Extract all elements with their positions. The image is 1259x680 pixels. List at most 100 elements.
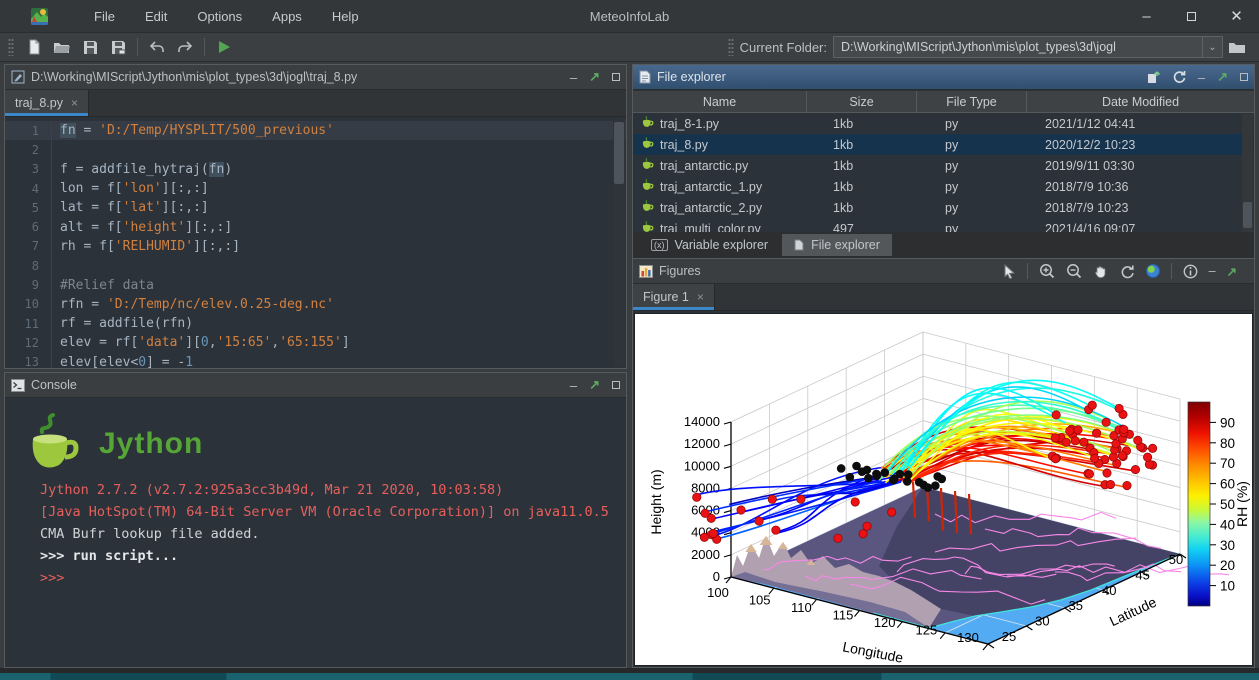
close-button[interactable]: ✕	[1214, 0, 1259, 33]
code-line[interactable]: 3f = addfile_hytraj(fn)	[5, 160, 626, 179]
tab-file-explorer[interactable]: File explorer	[782, 234, 892, 256]
code-line[interactable]: 9#Relief data	[5, 275, 626, 294]
figure-tab-close-icon[interactable]: ×	[697, 290, 704, 304]
open-file-button[interactable]	[48, 35, 76, 59]
maximize-icon	[1187, 12, 1196, 21]
editor-scrollbar-thumb[interactable]	[614, 122, 624, 184]
main-toolbar: Current Folder: D:\Working\MIScript\Jyth…	[0, 33, 1259, 62]
console-maximize-icon[interactable]	[612, 381, 620, 389]
save-button[interactable]	[76, 35, 104, 59]
refresh-icon[interactable]	[1172, 70, 1186, 84]
file-explorer-maximize-icon[interactable]	[1240, 73, 1248, 81]
select-cursor-icon[interactable]	[1003, 264, 1016, 279]
code-line[interactable]: 4lon = f['lon'][:,:]	[5, 179, 626, 198]
column-size[interactable]: Size	[807, 91, 917, 112]
menu-edit[interactable]: Edit	[145, 9, 167, 24]
trajectory-3d-plot: 0200040006000800010000120001400010010511…	[635, 314, 1254, 667]
code-editor[interactable]: 1fn = 'D:/Temp/HYSPLIT/500_previous'23f …	[5, 118, 626, 368]
menu-help[interactable]: Help	[332, 9, 359, 24]
editor-scrollbar[interactable]	[613, 119, 625, 367]
code-line[interactable]: 11rf = addfile(rfn)	[5, 314, 626, 333]
toolbar-grip[interactable]	[8, 38, 14, 56]
file-explorer-minimize-icon[interactable]: –	[1198, 71, 1205, 84]
minimize-button[interactable]: –	[1124, 0, 1169, 33]
svg-text:25: 25	[1002, 629, 1016, 644]
code-line[interactable]: 7rh = f['RELHUMID'][:,:]	[5, 237, 626, 256]
zoom-in-icon[interactable]	[1039, 263, 1055, 279]
code-line[interactable]: 5lat = f['lat'][:,:]	[5, 198, 626, 217]
menu-apps[interactable]: Apps	[272, 9, 302, 24]
code-line[interactable]: 12elev = rf['data'][0,'15:65','65:155']	[5, 333, 626, 352]
file-row[interactable]: traj_antarctic.py1kbpy2019/9/11 03:30	[633, 155, 1254, 176]
maximize-button[interactable]	[1169, 0, 1214, 33]
zoom-out-icon[interactable]	[1066, 263, 1082, 279]
folder-toolbar-grip[interactable]	[728, 38, 734, 56]
editor-maximize-icon[interactable]	[612, 73, 620, 81]
code-line[interactable]: 8	[5, 256, 626, 275]
file-explorer-scrollbar[interactable]	[1242, 114, 1253, 234]
svg-text:30: 30	[1220, 538, 1235, 553]
svg-text:105: 105	[749, 593, 771, 608]
svg-text:70: 70	[1220, 456, 1235, 471]
code-line[interactable]: 10rfn = 'D:/Temp/nc/elev.0.25-deg.nc'	[5, 295, 626, 314]
run-icon	[217, 40, 231, 54]
figure-canvas[interactable]: 0200040006000800010000120001400010010511…	[634, 313, 1253, 666]
console-minimize-icon[interactable]: –	[570, 379, 577, 392]
svg-text:125: 125	[915, 623, 937, 638]
code-line[interactable]: 1fn = 'D:/Temp/HYSPLIT/500_previous'	[5, 121, 626, 140]
new-file-button[interactable]	[20, 35, 48, 59]
column-date-modified[interactable]: Date Modified	[1027, 91, 1254, 112]
code-line[interactable]: 13elev[elev<0] = -1	[5, 353, 626, 368]
current-folder-combobox[interactable]: D:\Working\MIScript\Jython\mis\plot_type…	[833, 36, 1223, 58]
editor-file-path: D:\Working\MIScript\Jython\mis\plot_type…	[31, 70, 357, 84]
console-panel: Console – ↗ Jython Jython 2.7.2 (v2.7.2:…	[4, 372, 627, 668]
globe-icon[interactable]	[1146, 264, 1160, 278]
jython-logo-text: Jython	[99, 427, 203, 461]
file-explorer-tab-label: File explorer	[811, 238, 880, 252]
column-name[interactable]: Name	[633, 91, 807, 112]
console-float-icon[interactable]: ↗	[589, 377, 600, 393]
redo-button[interactable]	[171, 35, 199, 59]
rotate-icon[interactable]	[1119, 264, 1135, 279]
menu-options[interactable]: Options	[197, 9, 242, 24]
svg-text:2000: 2000	[691, 547, 720, 562]
tab-variable-explorer[interactable]: (x) Variable explorer	[639, 234, 780, 256]
combobox-dropdown-arrow[interactable]: ⌄	[1202, 37, 1222, 57]
svg-text:Latitude: Latitude	[1107, 594, 1159, 630]
menu-file[interactable]: File	[94, 9, 115, 24]
file-explorer-float-icon[interactable]: ↗	[1217, 69, 1228, 85]
file-row[interactable]: traj_antarctic_1.py1kbpy2018/7/9 10:36	[633, 176, 1254, 197]
editor-float-icon[interactable]: ↗	[589, 69, 600, 85]
figure-tab-underline	[633, 307, 714, 310]
svg-text:50: 50	[1220, 497, 1235, 512]
file-row[interactable]: traj_8.py1kbpy2020/12/2 10:23	[633, 134, 1254, 155]
browse-folder-button[interactable]	[1223, 35, 1251, 59]
code-line[interactable]: 6alt = f['height'][:,:]	[5, 217, 626, 236]
file-scrollbar-thumb[interactable]	[1243, 202, 1252, 228]
pan-hand-icon[interactable]	[1093, 264, 1108, 279]
info-icon[interactable]	[1183, 264, 1198, 279]
run-script-button[interactable]	[210, 35, 238, 59]
save-as-button[interactable]	[104, 35, 132, 59]
export-file-icon[interactable]	[1146, 70, 1160, 84]
console-output[interactable]: Jython Jython 2.7.2 (v2.7.2:925a3cc3b49d…	[5, 399, 626, 667]
file-row[interactable]: traj_antarctic_2.py1kbpy2018/7/9 10:23	[633, 197, 1254, 218]
editor-minimize-icon[interactable]: –	[570, 71, 577, 84]
code-line[interactable]: 2	[5, 140, 626, 159]
new-file-icon	[27, 39, 42, 55]
open-folder-icon	[53, 40, 71, 54]
column-filetype[interactable]: File Type	[917, 91, 1027, 112]
console-line: >>> run script...	[5, 545, 626, 567]
jython-file-icon	[641, 200, 654, 216]
figures-minimize-icon[interactable]: –	[1209, 264, 1216, 278]
undo-button[interactable]	[143, 35, 171, 59]
svg-text:RH (%): RH (%)	[1234, 481, 1250, 527]
editor-tab-traj8[interactable]: traj_8.py ×	[5, 90, 89, 116]
file-row[interactable]: traj_8-1.py1kbpy2021/1/12 04:41	[633, 113, 1254, 134]
file-row[interactable]: traj_multi_color.py497py2021/4/16 09:07	[633, 218, 1254, 232]
figures-float-icon[interactable]: ↗	[1227, 264, 1237, 279]
figure-1-tab[interactable]: Figure 1 ×	[633, 284, 715, 310]
taskbar-strip	[0, 673, 1259, 680]
svg-text:30: 30	[1035, 614, 1049, 629]
tab-close-icon[interactable]: ×	[71, 96, 78, 110]
